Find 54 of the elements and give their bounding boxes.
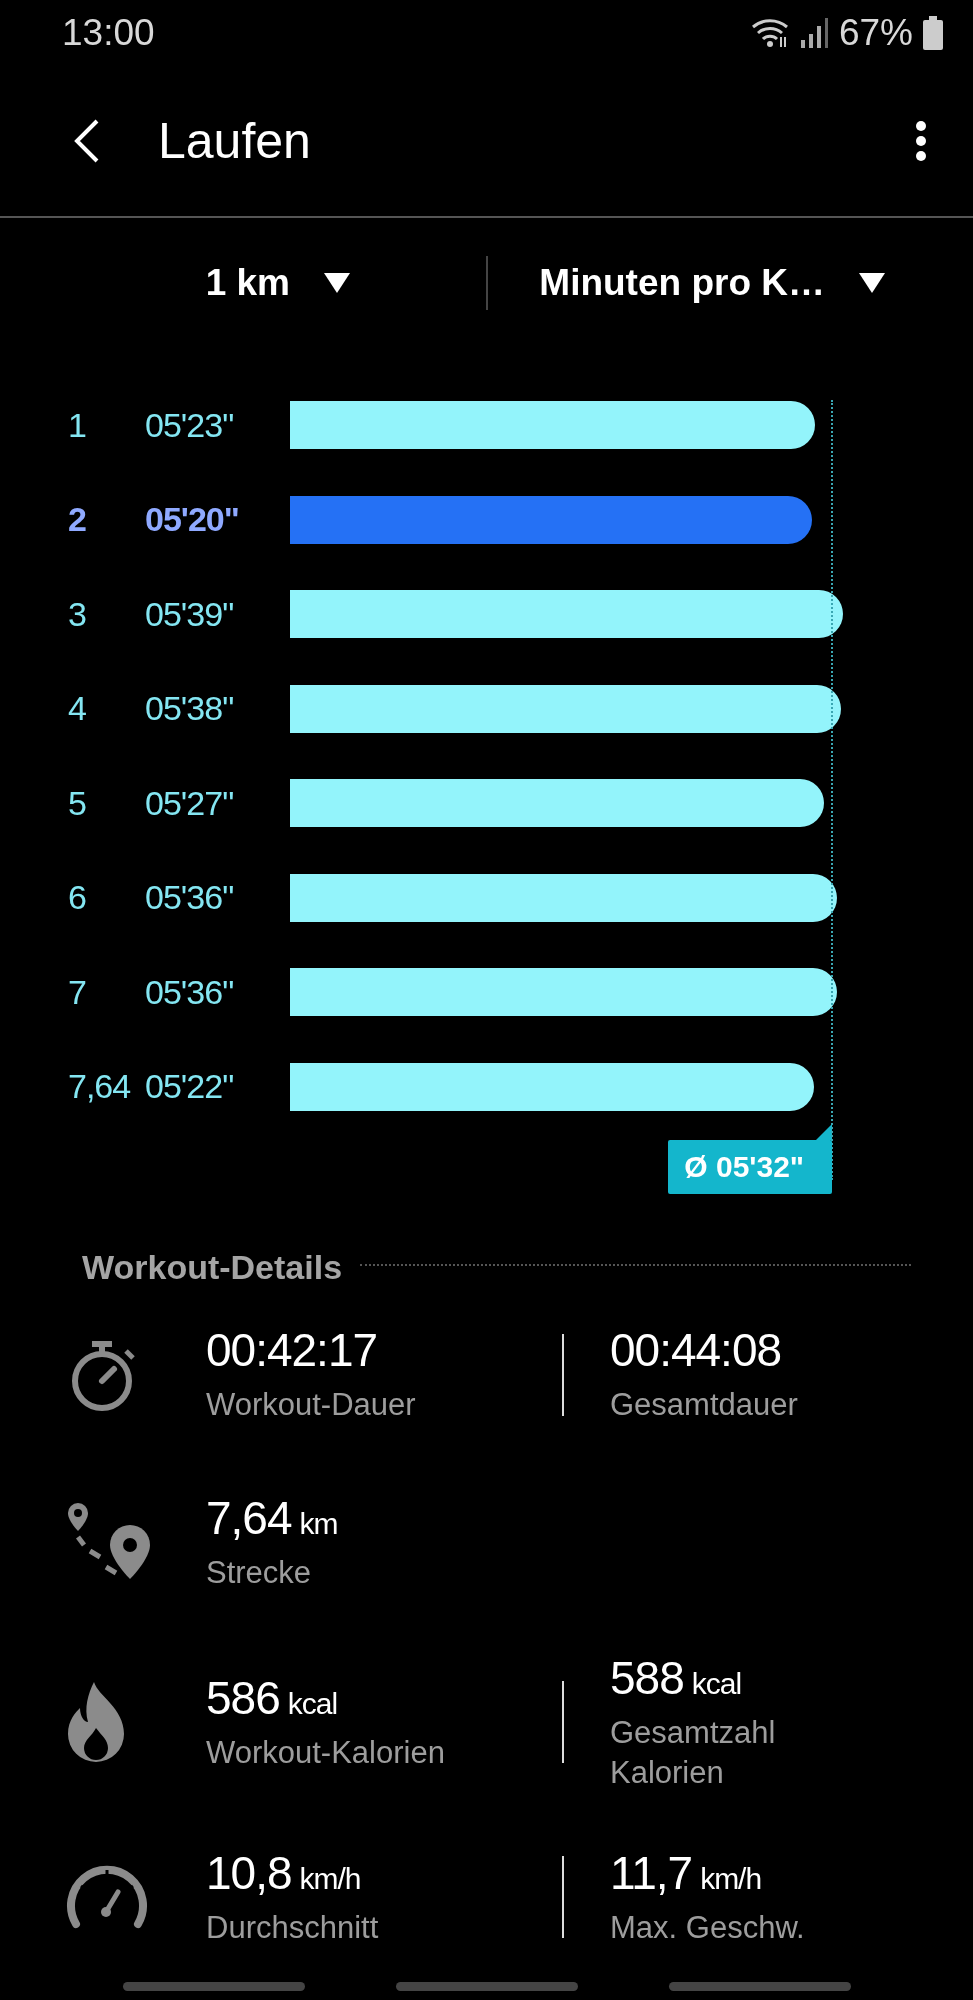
metric-label: Gesamtzahl Kalorien <box>610 1713 777 1792</box>
split-number: 7,64 <box>68 1067 132 1107</box>
metric-value: 00:42:17 <box>206 1323 378 1378</box>
signal-icon <box>800 18 829 48</box>
pace-bar[interactable] <box>290 779 824 828</box>
split-number: 4 <box>68 689 87 729</box>
split-number: 6 <box>68 878 87 918</box>
metric-value: 7,64 km <box>206 1490 338 1545</box>
metric-value: 00:44:08 <box>610 1323 782 1378</box>
split-number: 3 <box>68 594 87 634</box>
metric-value: 11,7 km/h <box>610 1845 762 1900</box>
status-time: 13:00 <box>62 12 155 54</box>
split-number: 5 <box>68 783 87 823</box>
metric-label: Max. Geschw. <box>610 1908 806 1947</box>
metric-label: Strecke <box>206 1553 313 1592</box>
unit-dropdown[interactable]: Minuten pro K… <box>488 262 973 304</box>
back-icon <box>72 118 100 164</box>
split-pace: 05'36" <box>145 878 235 918</box>
screen-title: Laufen <box>158 112 312 170</box>
badge-pointer <box>816 1124 833 1140</box>
dropdown-caret-icon <box>324 273 350 293</box>
metric-value: 586 kcal <box>206 1670 338 1725</box>
battery-level: 67% <box>838 12 913 54</box>
pace-bar[interactable] <box>290 873 837 922</box>
flame-icon <box>66 1682 126 1762</box>
split-pace: 05'38" <box>145 689 235 729</box>
metric-value: 588 kcal <box>610 1650 742 1705</box>
split-number: 7 <box>68 972 87 1012</box>
pace-bar[interactable] <box>290 590 843 639</box>
metric-label: Workout-Dauer <box>206 1386 417 1425</box>
split-pace: 05'36" <box>145 972 235 1012</box>
dropdown-caret-icon <box>859 273 885 293</box>
speedometer-icon <box>66 1864 148 1930</box>
split-pace: 05'22" <box>145 1067 235 1107</box>
split-number: 1 <box>68 405 87 445</box>
pace-bar[interactable] <box>290 401 815 450</box>
split-pace: 05'20" <box>145 500 240 540</box>
pace-bar[interactable] <box>290 1062 814 1111</box>
pace-bar[interactable] <box>290 968 837 1017</box>
metric-label: Gesamtdauer <box>610 1386 799 1425</box>
average-pace-badge: Ø 05'32" <box>668 1140 833 1194</box>
metric-label: Workout-Kalorien <box>206 1733 446 1772</box>
route-icon <box>66 1503 152 1581</box>
unit-dropdown[interactable]: 1 km <box>0 262 486 304</box>
pace-bar[interactable] <box>290 684 841 733</box>
metric-label: Durchschnitt <box>206 1908 380 1947</box>
section-title: Workout-Details <box>82 1248 343 1287</box>
battery-icon <box>923 16 943 50</box>
split-pace: 05'23" <box>145 405 235 445</box>
more-icon <box>915 120 927 162</box>
split-pace: 05'27" <box>145 783 235 823</box>
split-number: 2 <box>68 500 87 540</box>
split-pace: 05'39" <box>145 594 235 634</box>
metric-value: 10,8 km/h <box>206 1845 361 1900</box>
